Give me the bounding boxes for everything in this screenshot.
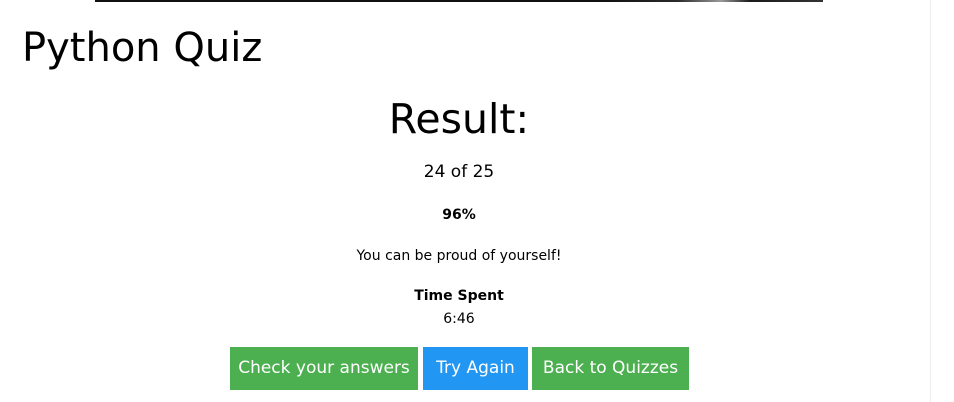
page-edge-divider — [930, 0, 931, 402]
result-message: You can be proud of yourself! — [356, 248, 562, 264]
time-spent-label: Time Spent — [414, 288, 504, 304]
check-answers-button[interactable]: Check your answers — [230, 347, 418, 390]
top-banner-image — [95, 0, 823, 2]
score-text: 24 of 25 — [423, 162, 495, 182]
score-percent: 96% — [442, 207, 476, 223]
page-title: Python Quiz — [22, 25, 263, 71]
back-to-quizzes-button[interactable]: Back to Quizzes — [532, 347, 689, 390]
try-again-button[interactable]: Try Again — [423, 347, 528, 390]
time-spent-value: 6:46 — [443, 311, 475, 327]
result-heading: Result: — [388, 95, 530, 143]
